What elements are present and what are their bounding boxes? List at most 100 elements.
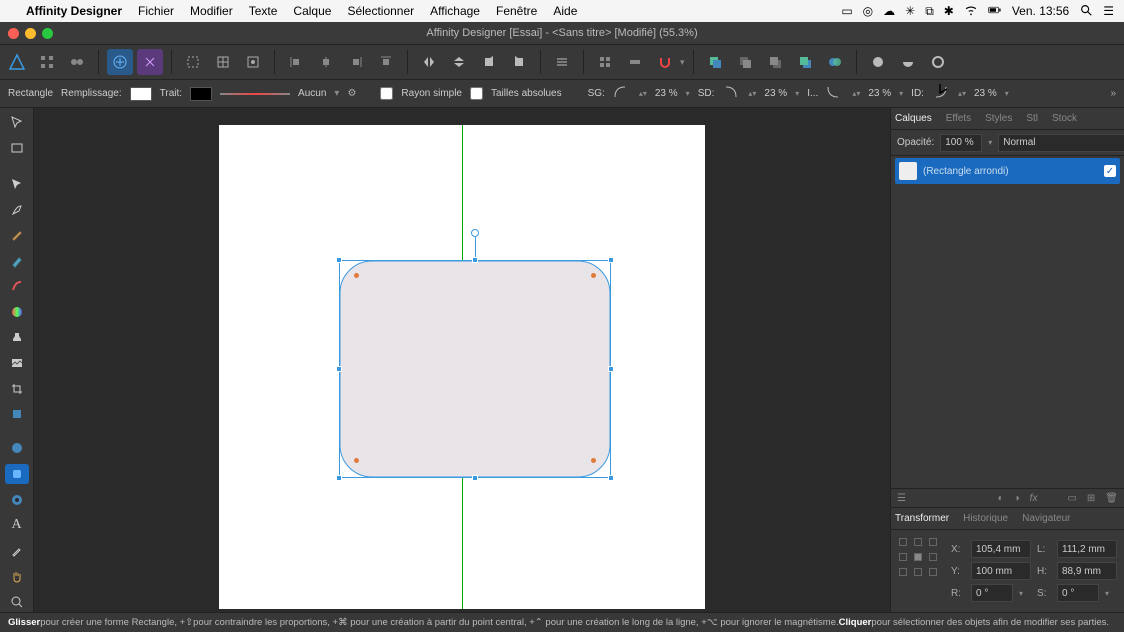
corner-i-icon[interactable] — [826, 85, 844, 102]
align-left-button[interactable] — [283, 49, 309, 75]
corner-handle-ne[interactable] — [591, 273, 596, 278]
stroke-swatch[interactable] — [190, 87, 212, 101]
handle-e[interactable] — [608, 366, 614, 372]
zoom-tool[interactable] — [5, 591, 29, 612]
sync-icon[interactable]: ◎ — [863, 4, 873, 18]
place-tool[interactable] — [5, 353, 29, 374]
rotate-ccw-button[interactable] — [476, 49, 502, 75]
single-radius-checkbox[interactable] — [380, 87, 393, 100]
opacity-input[interactable] — [940, 134, 982, 152]
shape-tool[interactable] — [5, 404, 29, 425]
open-doc-button[interactable] — [137, 49, 163, 75]
hand-tool[interactable] — [5, 566, 29, 587]
tab-styles[interactable]: Styles — [985, 113, 1012, 124]
layers-icon[interactable]: ☰ — [897, 493, 906, 504]
handle-w[interactable] — [336, 366, 342, 372]
clock[interactable]: Ven. 13:56 — [1012, 4, 1069, 18]
snap-button[interactable] — [180, 49, 206, 75]
snap-guides-button[interactable] — [240, 49, 266, 75]
menu-icon[interactable]: ☰ — [1103, 4, 1114, 18]
layer-visible-checkbox[interactable]: ✓ — [1104, 165, 1116, 177]
brush-tool[interactable] — [5, 250, 29, 271]
mask-icon[interactable]: ◐ — [998, 493, 1004, 504]
flip-h-button[interactable] — [416, 49, 442, 75]
blendmode-select[interactable] — [998, 134, 1124, 152]
add-folder-icon[interactable]: ▭ — [1067, 493, 1076, 504]
menu-texte[interactable]: Texte — [249, 4, 278, 18]
tab-transformer[interactable]: Transformer — [895, 513, 949, 524]
assets-button[interactable] — [622, 49, 648, 75]
flip-v-button[interactable] — [446, 49, 472, 75]
fx-icon[interactable]: fx — [1030, 493, 1038, 504]
order-front-button[interactable] — [702, 49, 728, 75]
dropbox-icon[interactable]: ⧉ — [925, 4, 934, 19]
tab-effets[interactable]: Effets — [946, 113, 971, 124]
layer-name[interactable]: (Rectangle arrondi) — [923, 166, 1009, 177]
magnet-button[interactable] — [652, 49, 678, 75]
boolean-add-button[interactable] — [865, 49, 891, 75]
anchor-selector[interactable] — [899, 538, 939, 578]
add-layer-icon[interactable]: ⊞ — [1087, 493, 1095, 504]
menu-fenetre[interactable]: Fenêtre — [496, 4, 537, 18]
eyedropper-tool[interactable] — [5, 540, 29, 561]
handle-sw[interactable] — [336, 475, 342, 481]
text-tool[interactable]: A — [5, 515, 29, 536]
corner-sg-value[interactable]: 23 % — [655, 88, 678, 99]
crop-tool[interactable] — [5, 378, 29, 399]
pen-tool[interactable] — [5, 199, 29, 220]
absolute-sizes-checkbox[interactable] — [470, 87, 483, 100]
tab-historique[interactable]: Historique — [963, 513, 1008, 524]
corner-handle-se[interactable] — [591, 458, 596, 463]
align-hcenter-button[interactable] — [313, 49, 339, 75]
corner-i-value[interactable]: 23 % — [868, 88, 891, 99]
boolean-subtract-button[interactable] — [895, 49, 921, 75]
minimize-button[interactable] — [25, 28, 36, 39]
tab-navigateur[interactable]: Navigateur — [1022, 513, 1070, 524]
persona-pixel-button[interactable] — [64, 49, 90, 75]
tab-stock[interactable]: Stock — [1052, 113, 1077, 124]
boolean-intersect-button[interactable] — [925, 49, 951, 75]
gear-icon[interactable]: ⚙ — [347, 88, 356, 99]
wifi-icon[interactable] — [964, 3, 978, 20]
canvas[interactable] — [219, 125, 705, 609]
maximize-button[interactable] — [42, 28, 53, 39]
menu-affichage[interactable]: Affichage — [430, 4, 480, 18]
align-top-button[interactable] — [373, 49, 399, 75]
corner-handle-nw[interactable] — [354, 273, 359, 278]
pencil-tool[interactable] — [5, 225, 29, 246]
stroke-value[interactable]: Aucun — [298, 88, 326, 99]
handle-s[interactable] — [472, 475, 478, 481]
artboard-tool[interactable] — [5, 138, 29, 159]
node-tool[interactable] — [5, 174, 29, 195]
adjust-icon[interactable]: ◑ — [1014, 493, 1020, 504]
rounded-rect-tool[interactable] — [5, 464, 29, 485]
persona-vector-button[interactable] — [34, 49, 60, 75]
workspace[interactable] — [34, 108, 890, 612]
cloud-icon[interactable]: ☁︎ — [883, 4, 895, 18]
transform-x-input[interactable] — [971, 540, 1031, 558]
stroke-dropdown-icon[interactable]: ▾ — [334, 88, 339, 99]
delete-layer-icon[interactable]: 🗑 — [1105, 493, 1118, 504]
corner-id-value[interactable]: 23 % — [974, 88, 997, 99]
snap-grid-button[interactable] — [210, 49, 236, 75]
fill-swatch[interactable] — [130, 87, 152, 101]
ellipse-tool[interactable] — [5, 438, 29, 459]
stage-manager-icon[interactable]: ▭ — [841, 4, 852, 18]
transform-l-input[interactable] — [1057, 540, 1117, 558]
order-forward-button[interactable] — [732, 49, 758, 75]
logo-icon[interactable] — [4, 49, 30, 75]
handle-se[interactable] — [608, 475, 614, 481]
move-tool[interactable] — [5, 112, 29, 133]
pathop-button[interactable] — [822, 49, 848, 75]
transparency-tool[interactable] — [5, 327, 29, 348]
align-right-button[interactable] — [343, 49, 369, 75]
tab-stl[interactable]: Stl — [1026, 113, 1038, 124]
stroke-width-slider[interactable] — [220, 93, 290, 95]
handle-ne[interactable] — [608, 257, 614, 263]
corner-id-icon[interactable] — [932, 85, 950, 102]
app-name[interactable]: Affinity Designer — [26, 4, 122, 18]
rotate-cw-button[interactable] — [506, 49, 532, 75]
overflow-icon[interactable]: » — [1110, 88, 1116, 99]
rotation-handle[interactable] — [471, 229, 479, 237]
handle-n[interactable] — [472, 257, 478, 263]
